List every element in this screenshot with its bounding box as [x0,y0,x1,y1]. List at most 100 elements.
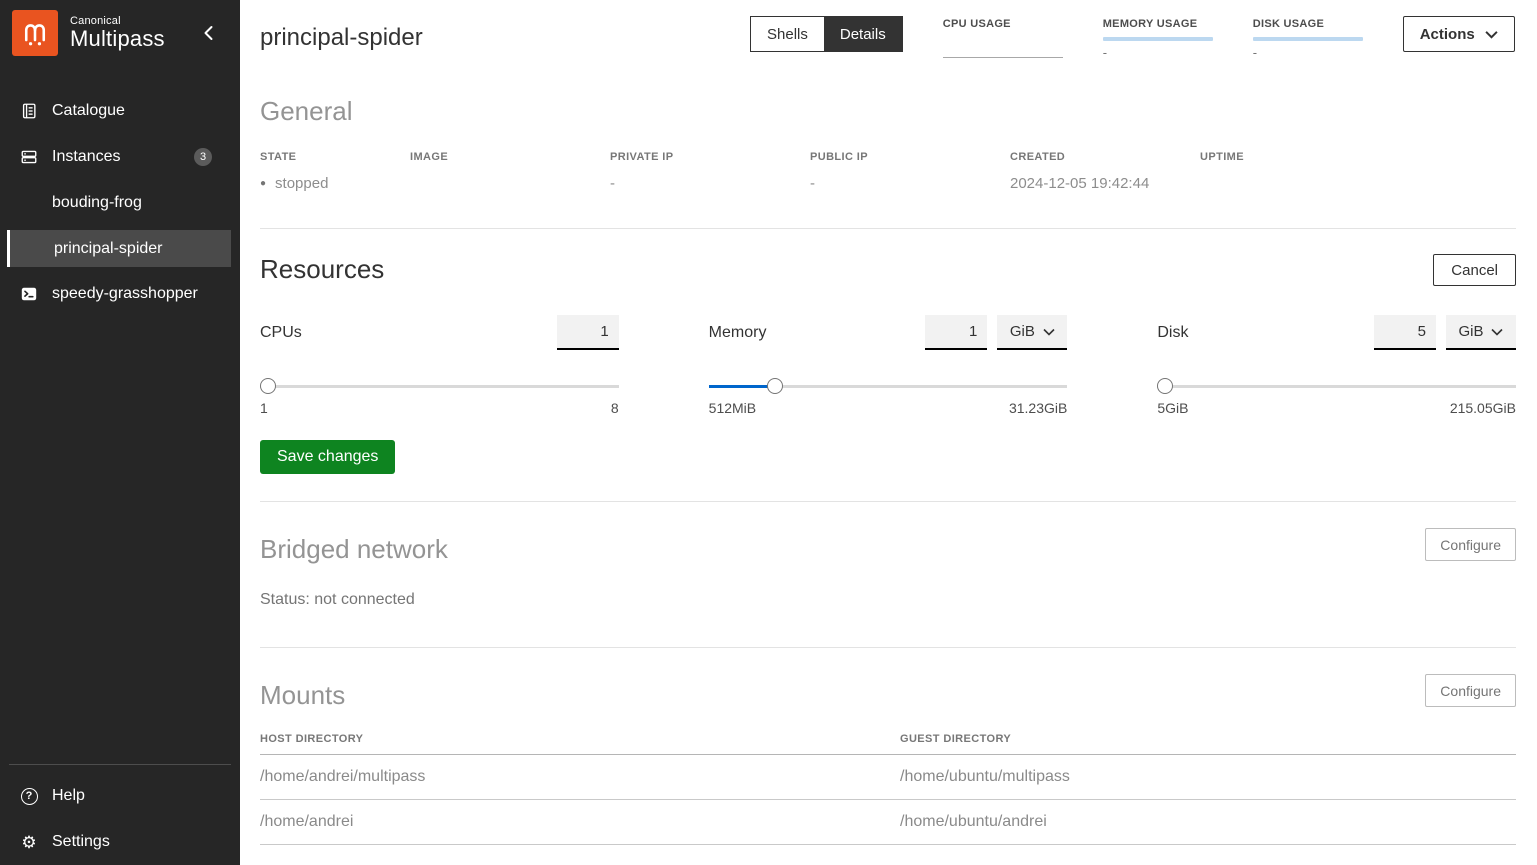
guest-directory-cell: /home/ubuntu/andrei [900,813,1516,831]
mounts-section: Mounts Configure HOST DIRECTORY GUEST DI… [260,680,1516,845]
save-changes-button[interactable]: Save changes [260,440,395,474]
state-value: ● stopped [260,175,410,192]
disk-label: Disk [1157,324,1374,342]
resources-controls: CPUs 1 8 Memory [260,314,1516,416]
table-row: /home/andrei /home/ubuntu/andrei [260,800,1516,845]
disk-max-label: 215.05GiB [1450,400,1516,416]
created-value: 2024-12-05 19:42:44 [1010,175,1200,192]
memory-usage-label: MEMORY USAGE [1103,18,1213,30]
disk-usage-block: DISK USAGE - [1253,16,1363,60]
sidebar-item-label: Settings [52,833,110,851]
memory-usage-value: - [1103,45,1213,60]
disk-input[interactable] [1374,315,1436,350]
sidebar-item-instances[interactable]: Instances 3 [0,134,240,180]
cpus-slider-thumb[interactable] [260,378,276,394]
memory-slider-thumb[interactable] [767,378,783,394]
section-divider [260,228,1516,229]
state-label: STATE [260,151,410,163]
sidebar-footer: ? Help ⚙ Settings [0,764,240,865]
sidebar-item-label: Instances [52,148,120,166]
configure-mounts-button[interactable]: Configure [1425,674,1516,707]
public-ip-value: - [810,175,1010,192]
tab-details[interactable]: Details [824,17,902,51]
bridged-network-status: Status: not connected [260,591,1516,609]
cpus-max-label: 8 [611,400,619,416]
tab-shells[interactable]: Shells [751,17,824,51]
private-ip-value: - [610,175,810,192]
multipass-logo-icon [12,10,58,56]
mounts-table: HOST DIRECTORY GUEST DIRECTORY /home/and… [260,733,1516,845]
instance-label: speedy-grasshopper [52,285,198,303]
brand: Canonical Multipass [0,0,240,66]
memory-slider[interactable] [709,378,1068,394]
cancel-button[interactable]: Cancel [1433,254,1516,286]
general-values-row: ● stopped - - 2024-12-05 19:42:44 [260,163,1516,192]
chevron-down-icon [1491,323,1503,340]
disk-unit-select[interactable]: GiB [1446,315,1516,350]
sidebar-footer-divider [9,764,231,765]
general-section: General STATE IMAGE PRIVATE IP PUBLIC IP… [260,96,1516,229]
host-directory-cell: /home/andrei [260,813,900,831]
actions-button[interactable]: Actions [1403,16,1515,52]
cpu-usage-baseline [943,57,1063,58]
memory-unit-select[interactable]: GiB [997,315,1067,350]
disk-usage-label: DISK USAGE [1253,18,1363,30]
cpus-label: CPUs [260,324,557,342]
disk-control: Disk GiB 5GiB 215.05GiB [1157,314,1516,416]
disk-slider[interactable] [1157,378,1516,394]
mounts-heading: Mounts [260,680,345,711]
guest-directory-cell: /home/ubuntu/multipass [900,768,1516,786]
cpus-min-label: 1 [260,400,268,416]
sidebar-instance-speedy-grasshopper[interactable]: speedy-grasshopper [0,271,240,317]
memory-min-label: 512MiB [709,400,756,416]
state-dot-icon: ● [260,178,266,189]
memory-usage-bar [1103,37,1213,41]
catalogue-icon [20,102,38,120]
sidebar-nav: Catalogue Instances 3 bouding-frog princ… [0,88,240,317]
brand-multipass: Multipass [70,27,165,51]
help-icon: ? [20,788,38,805]
general-heading: General [260,96,1516,127]
resources-heading: Resources [260,254,384,285]
terminal-icon [20,285,38,303]
bridged-network-heading: Bridged network [260,534,448,565]
sidebar-collapse-chevron-icon[interactable] [203,25,214,41]
bridged-network-section: Bridged network Configure Status: not co… [260,534,1516,648]
cpus-input[interactable] [557,315,619,350]
disk-slider-thumb[interactable] [1157,378,1173,394]
cpus-slider[interactable] [260,378,619,394]
chevron-down-icon [1043,323,1055,340]
instance-label: principal-spider [54,240,163,258]
section-divider [260,647,1516,648]
sidebar-item-help[interactable]: ? Help [0,773,240,819]
memory-max-label: 31.23GiB [1009,400,1067,416]
view-tabs: Shells Details [750,16,903,52]
sidebar-instance-bouding-frog[interactable]: bouding-frog [0,180,240,226]
created-label: CREATED [1010,151,1200,163]
image-value [410,175,610,192]
cpu-usage-label: CPU USAGE [943,18,1063,30]
mounts-table-header: HOST DIRECTORY GUEST DIRECTORY [260,733,1516,755]
general-labels-row: STATE IMAGE PRIVATE IP PUBLIC IP CREATED… [260,127,1516,163]
configure-bridged-button[interactable]: Configure [1425,528,1516,561]
image-label: IMAGE [410,151,610,163]
private-ip-label: PRIVATE IP [610,151,810,163]
instance-label: bouding-frog [52,194,142,212]
memory-label: Memory [709,324,926,342]
table-row: /home/andrei/multipass /home/ubuntu/mult… [260,755,1516,800]
gear-icon: ⚙ [20,834,38,851]
disk-usage-bar [1253,37,1363,41]
uptime-label: UPTIME [1200,151,1516,163]
memory-input[interactable] [925,315,987,350]
sidebar-item-catalogue[interactable]: Catalogue [0,88,240,134]
instances-count-badge: 3 [194,148,212,166]
sidebar-item-label: Catalogue [52,102,125,120]
sidebar-item-label: Help [52,787,85,805]
sidebar-item-settings[interactable]: ⚙ Settings [0,819,240,865]
resources-section: Resources Cancel CPUs 1 8 [260,254,1516,502]
memory-control: Memory GiB 512MiB 31.23Gi [709,314,1068,416]
uptime-value [1200,175,1516,192]
disk-min-label: 5GiB [1157,400,1188,416]
disk-usage-value: - [1253,45,1363,60]
sidebar-instance-principal-spider[interactable]: principal-spider [7,230,231,267]
